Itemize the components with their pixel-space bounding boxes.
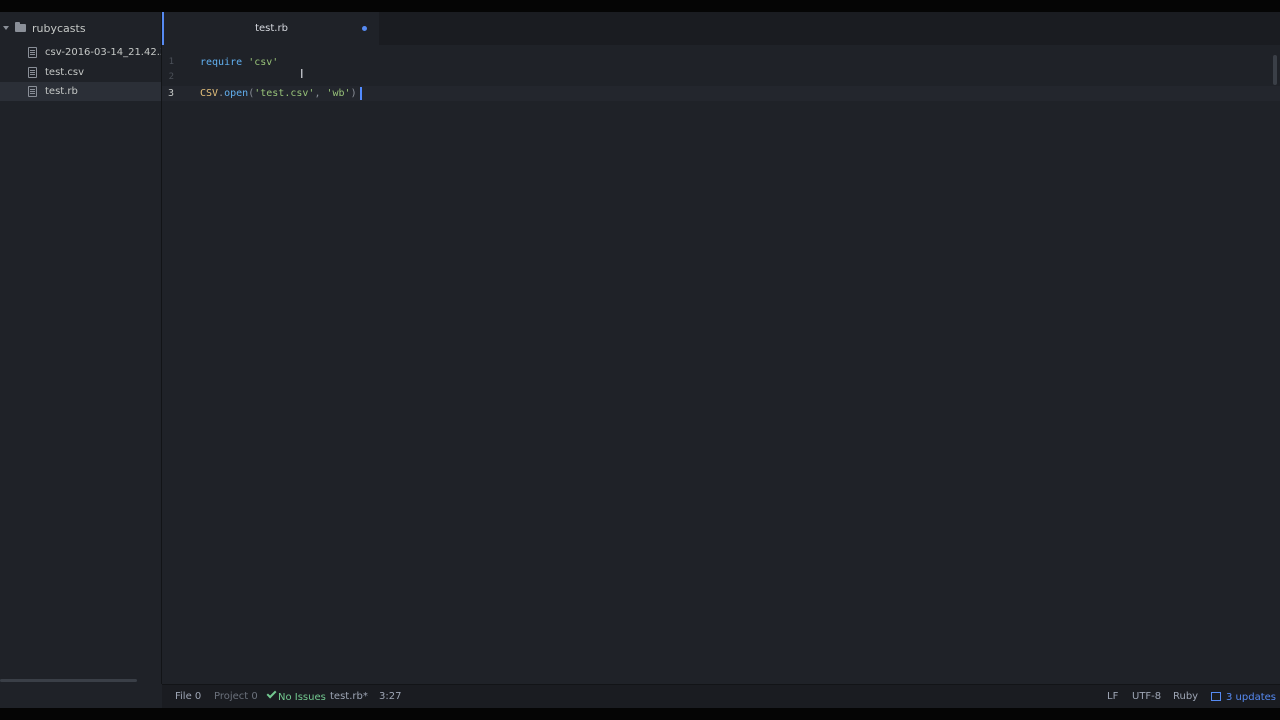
line-number: 1 [168, 57, 174, 67]
editor-window: rubycasts csv-2016-03-14_21.42.37.rb tes… [0, 12, 1280, 708]
status-cursor-position[interactable]: 3:27 [379, 691, 401, 702]
file-label: test.csv [45, 67, 85, 78]
tree-view: rubycasts csv-2016-03-14_21.42.37.rb tes… [0, 12, 162, 684]
tree-file-test-csv[interactable]: test.csv [0, 63, 161, 82]
tab-title: test.rb [255, 23, 288, 34]
folder-icon [15, 22, 26, 32]
code-line-2: 2 [162, 70, 1280, 85]
status-project-count[interactable]: Project 0 [214, 691, 258, 702]
status-linter[interactable]: No Issues [266, 688, 326, 703]
code-token: 'test.csv' [254, 88, 315, 99]
line-code: require 'csv' [200, 55, 278, 70]
editor-vertical-scrollbar[interactable] [1273, 55, 1277, 85]
status-file-count[interactable]: File 0 [175, 691, 201, 702]
code-token: CSV [200, 88, 219, 99]
code-line-3: 3 CSV.open('test.csv', 'wb') [162, 86, 1280, 101]
code-token: require [200, 57, 243, 68]
top-letterbox [0, 0, 1280, 12]
text-caret [359, 86, 362, 100]
modified-dot-icon[interactable] [362, 26, 367, 31]
code-token: , [314, 88, 327, 99]
line-number: 3 [167, 88, 174, 99]
code-token: 'csv' [248, 57, 279, 68]
tree-file-test-rb[interactable]: test.rb [0, 82, 161, 101]
status-issues-label: No Issues [278, 692, 326, 703]
line-code: CSV.open('test.csv', 'wb') [200, 86, 362, 101]
code-token: ) [350, 88, 357, 99]
status-bar: File 0 Project 0 No Issues test.rb* 3:27… [162, 684, 1280, 708]
mouse-ibeam-cursor-icon: I [300, 67, 304, 81]
file-icon [28, 67, 37, 78]
status-encoding[interactable]: UTF-8 [1132, 691, 1161, 702]
package-icon [1211, 692, 1221, 701]
chevron-down-icon [3, 26, 9, 30]
code-token: 'wb' [326, 88, 351, 99]
status-line-ending[interactable]: LF [1107, 691, 1118, 702]
check-icon [266, 688, 277, 699]
tree-file-csv-log[interactable]: csv-2016-03-14_21.42.37.rb [0, 43, 161, 62]
file-icon [28, 86, 37, 97]
tab-bar: test.rb [162, 12, 1280, 45]
file-label: csv-2016-03-14_21.42.37.rb [45, 47, 161, 58]
code-token: open [224, 88, 249, 99]
tree-root-folder[interactable]: rubycasts [0, 19, 161, 37]
bottom-letterbox [0, 708, 1280, 720]
status-updates-label: 3 updates [1226, 692, 1276, 703]
status-grammar[interactable]: Ruby [1173, 691, 1198, 702]
file-icon [28, 47, 37, 58]
status-updates[interactable]: 3 updates [1211, 691, 1276, 703]
root-folder-label: rubycasts [32, 21, 86, 35]
line-number: 2 [168, 72, 174, 82]
tab-test-rb[interactable]: test.rb [162, 12, 379, 45]
code-line-1: 1 require 'csv' [162, 55, 1280, 70]
status-file-name[interactable]: test.rb* [330, 691, 368, 702]
file-label: test.rb [45, 86, 78, 97]
code-editor[interactable]: 1 require 'csv' 2 3 CSV.open('test.csv',… [162, 45, 1280, 684]
sidebar-horizontal-scrollbar[interactable] [0, 679, 137, 682]
